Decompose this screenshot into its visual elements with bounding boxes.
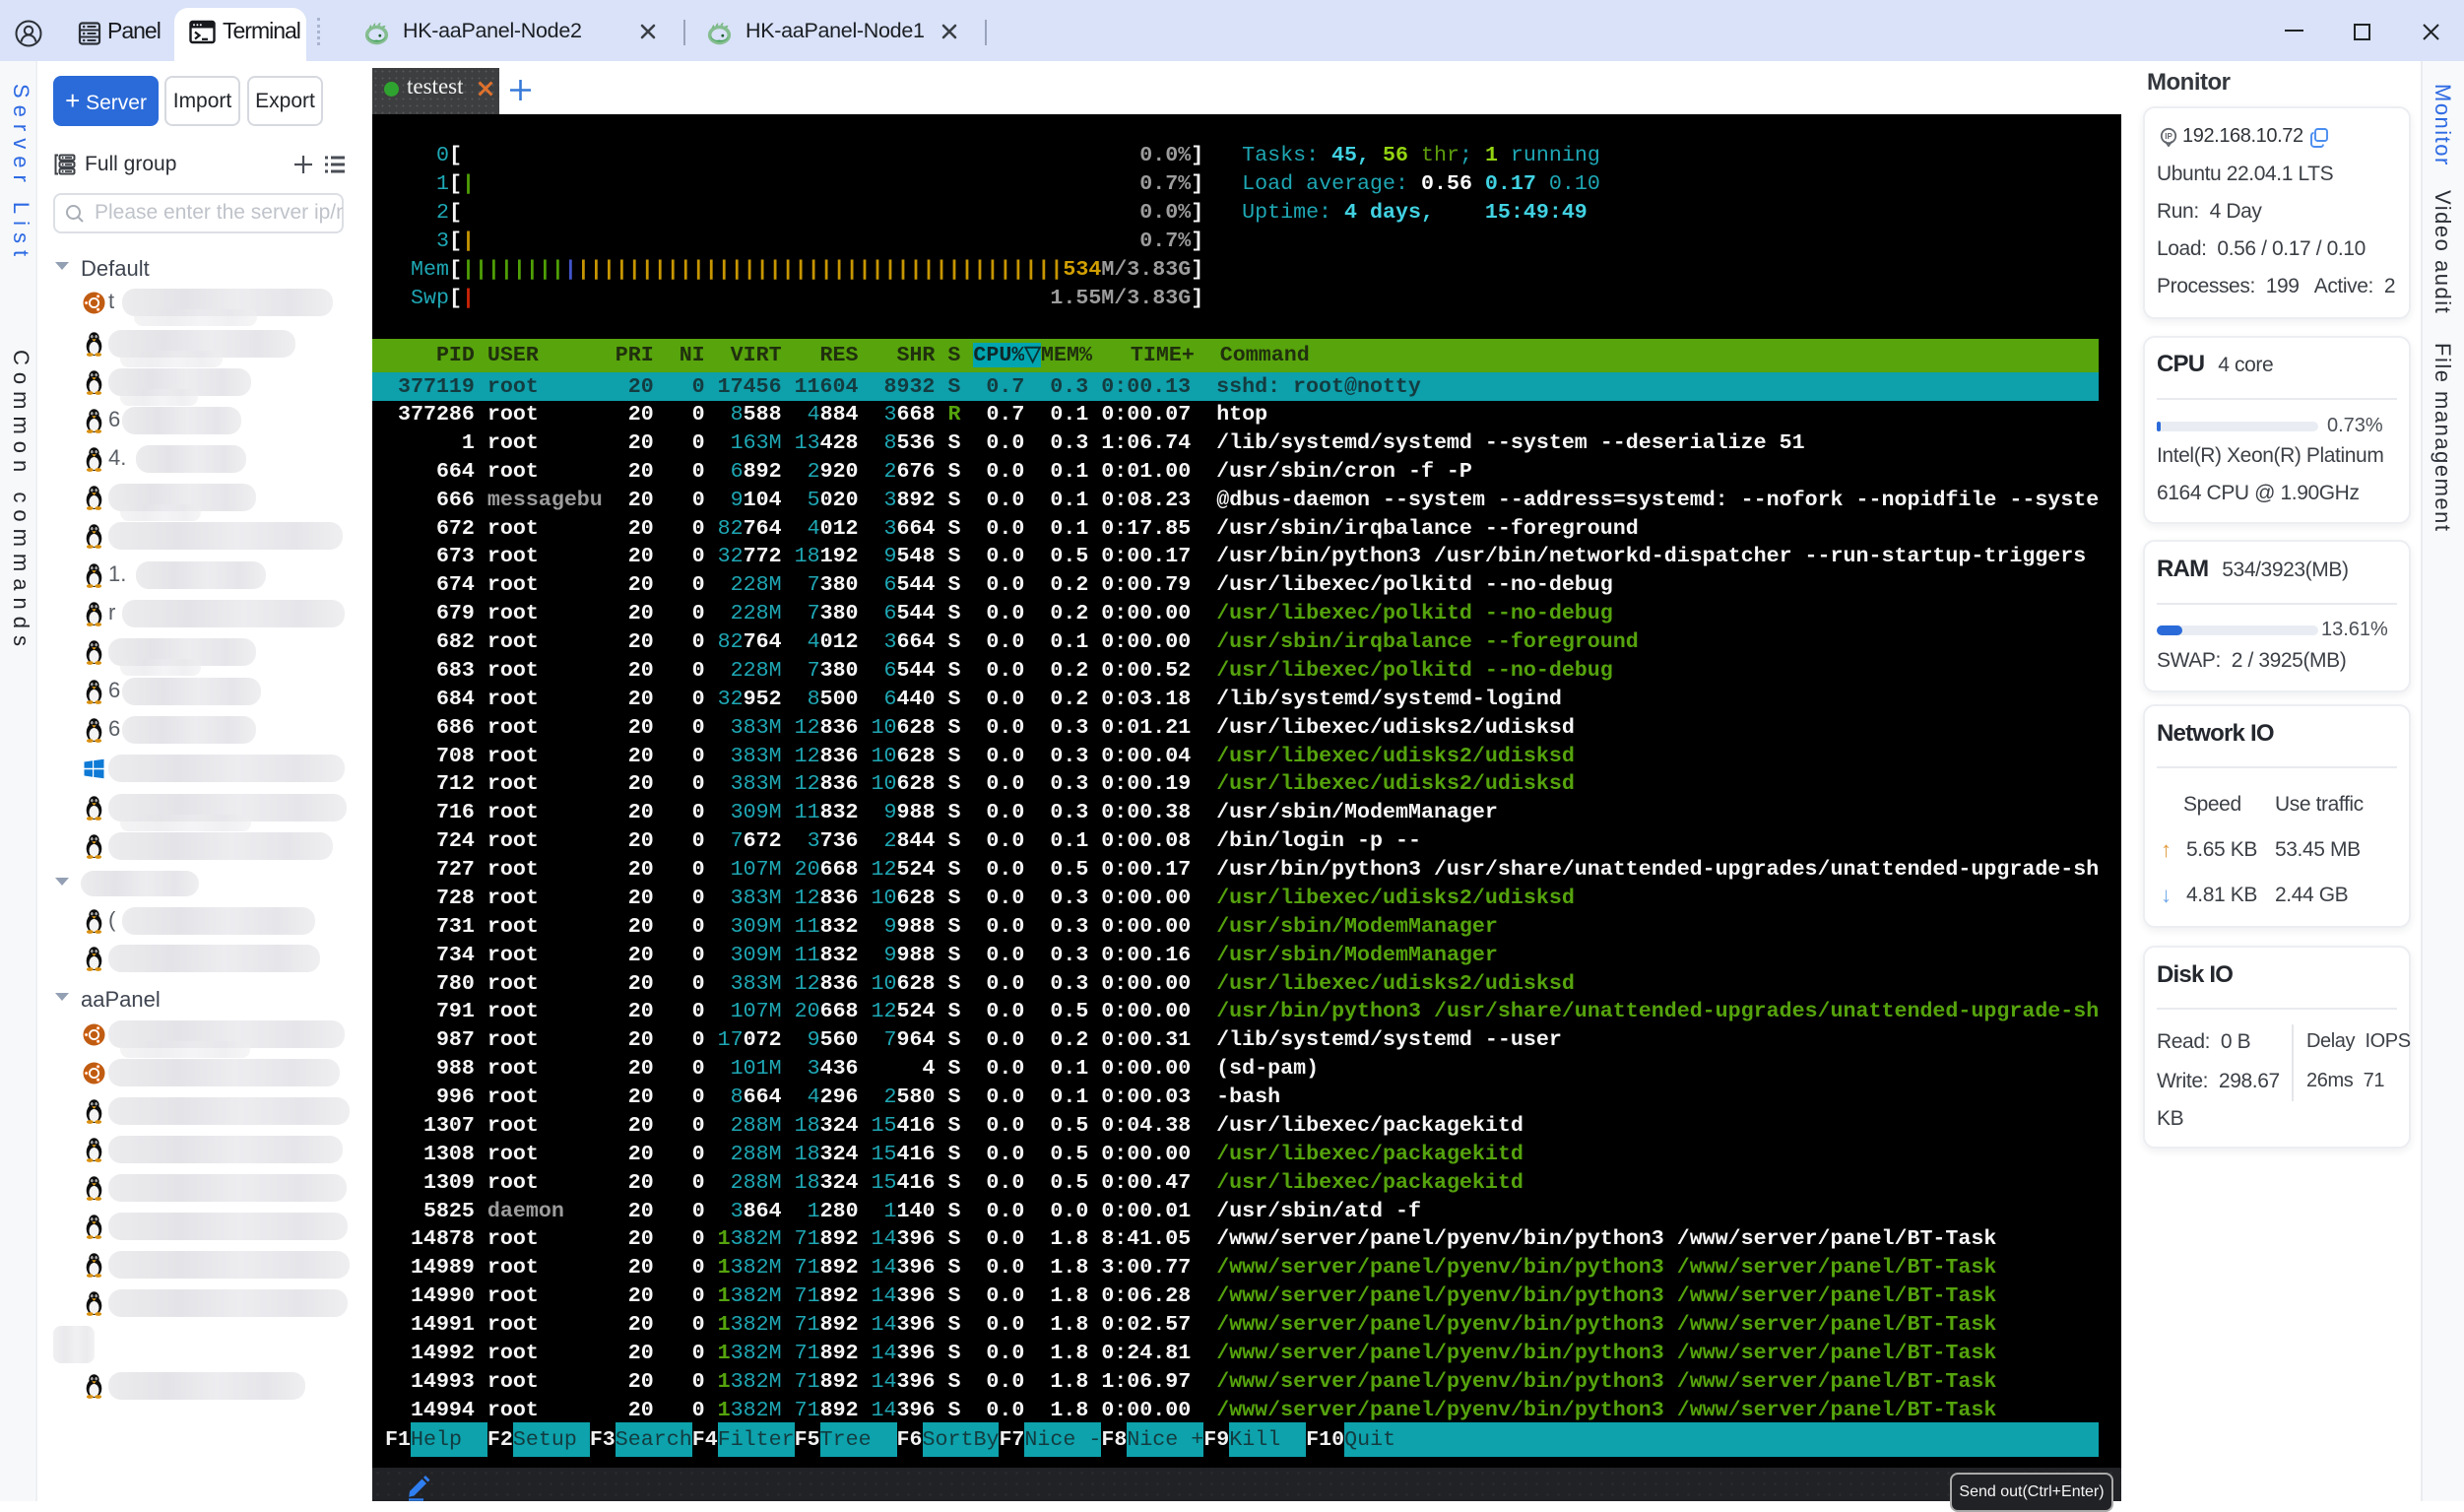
svg-text:IP: IP [2165,132,2172,141]
